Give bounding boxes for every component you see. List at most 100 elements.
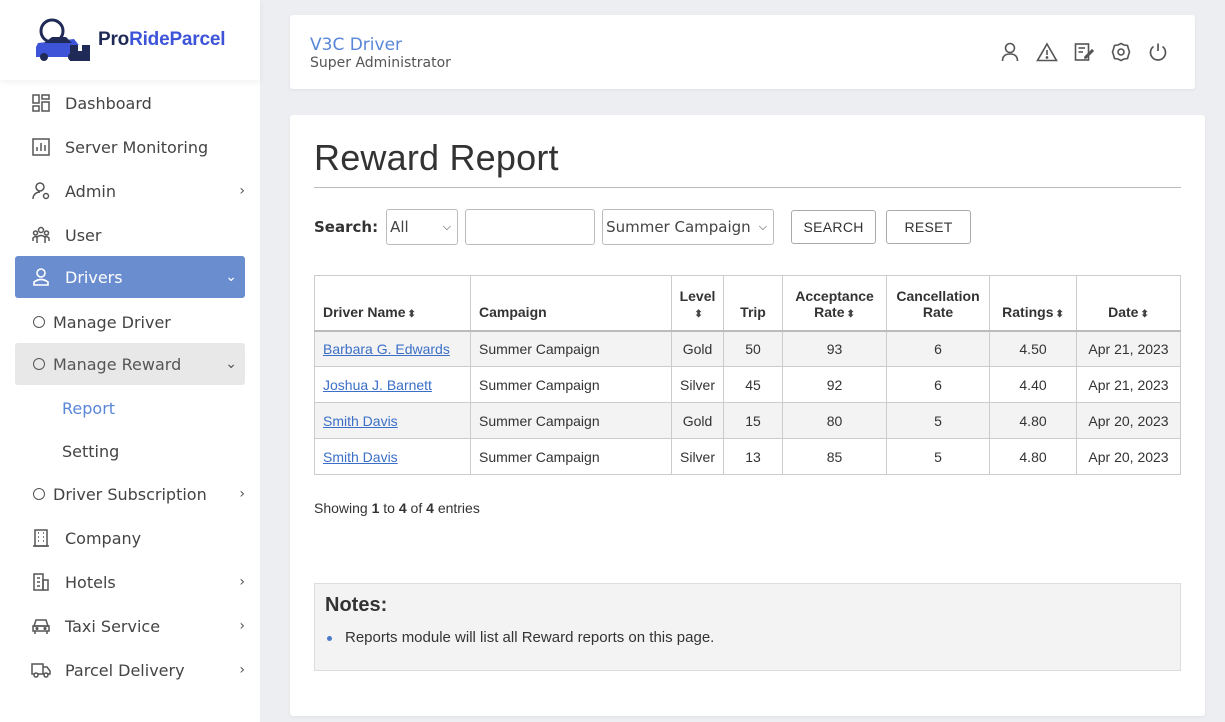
chevron-right-icon: › bbox=[239, 618, 245, 634]
driver-icon bbox=[31, 267, 51, 287]
sidebar-item-label: Report bbox=[62, 398, 116, 418]
col-driver-name[interactable]: Driver Name ⬍ bbox=[314, 275, 471, 332]
sidebar-item-taxi-service[interactable]: Taxi Service › bbox=[15, 605, 245, 647]
sidebar-item-admin[interactable]: Admin › bbox=[15, 170, 245, 212]
settings-icon[interactable] bbox=[1110, 41, 1132, 63]
search-label: Search: bbox=[314, 218, 379, 236]
driver-link[interactable]: Smith Davis bbox=[323, 449, 398, 465]
sidebar-item-company[interactable]: Company bbox=[15, 517, 245, 559]
search-type-select[interactable]: All ⌵ bbox=[386, 209, 459, 245]
sidebar-item-parcel-delivery[interactable]: Parcel Delivery › bbox=[15, 649, 245, 691]
cell-campaign: Summer Campaign bbox=[470, 402, 672, 439]
cell-trip: 15 bbox=[723, 402, 784, 439]
logo[interactable]: ProRideParcel bbox=[0, 0, 260, 80]
reward-report-table: Driver Name ⬍ Campaign Level ⬍ Trip Accept… bbox=[314, 275, 1181, 475]
summary-of-word: of bbox=[410, 500, 423, 516]
cell-driver: Smith Davis bbox=[314, 438, 471, 475]
reset-button[interactable]: RESET bbox=[886, 210, 972, 244]
top-header: V3C Driver Super Administrator bbox=[290, 15, 1195, 89]
summary-prefix: Showing bbox=[314, 500, 368, 516]
notes-panel: Notes: Reports module will list all Rewa… bbox=[314, 583, 1181, 671]
sidebar-item-label: User bbox=[65, 225, 102, 245]
search-button[interactable]: SEARCH bbox=[791, 210, 877, 244]
cell-driver: Smith Davis bbox=[314, 402, 471, 439]
cell-date: Apr 20, 2023 bbox=[1076, 438, 1181, 475]
col-acceptance-rate[interactable]: Acceptance Rate ⬍ bbox=[782, 275, 888, 332]
circle-icon bbox=[33, 488, 45, 500]
sidebar-item-label: Hotels bbox=[65, 572, 116, 592]
chevron-down-icon: ⌄ bbox=[225, 356, 237, 372]
col-label: Rate bbox=[814, 303, 845, 320]
page-title: Reward Report bbox=[314, 137, 559, 178]
sidebar-item-label: Setting bbox=[62, 441, 120, 461]
sidebar-item-label: Parcel Delivery bbox=[65, 660, 185, 680]
summary-total: 4 bbox=[426, 500, 434, 516]
cell-cancellation: 5 bbox=[886, 402, 991, 439]
col-level[interactable]: Level ⬍ bbox=[670, 275, 725, 332]
chevron-right-icon: › bbox=[239, 662, 245, 678]
sidebar-item-label: Company bbox=[65, 528, 142, 548]
cell-date: Apr 21, 2023 bbox=[1076, 330, 1181, 367]
sidebar-item-manage-driver[interactable]: Manage Driver bbox=[15, 301, 245, 343]
driver-link[interactable]: Joshua J. Barnett bbox=[323, 377, 432, 393]
cell-trip: 13 bbox=[723, 438, 784, 475]
sidebar: ProRideParcel Dashboard Server Monitorin… bbox=[0, 0, 260, 722]
search-bar: Search: All ⌵ Summer Campaign ⌵ SEARCH R… bbox=[314, 209, 972, 245]
chevron-down-icon: ⌵ bbox=[758, 220, 768, 233]
power-icon[interactable] bbox=[1147, 41, 1169, 63]
sidebar-item-driver-subscription[interactable]: Driver Subscription › bbox=[15, 473, 245, 515]
cell-ratings: 4.80 bbox=[989, 438, 1078, 475]
edit-icon[interactable] bbox=[1073, 41, 1095, 63]
col-label: Campaign bbox=[479, 303, 547, 320]
cell-campaign: Summer Campaign bbox=[470, 330, 672, 367]
col-ratings[interactable]: Ratings ⬍ bbox=[989, 275, 1078, 332]
summary-from: 1 bbox=[371, 500, 380, 516]
col-label: Rate bbox=[922, 303, 954, 320]
sort-icon: ⬍ bbox=[1140, 308, 1149, 320]
sidebar-item-setting[interactable]: Setting bbox=[15, 430, 245, 472]
sidebar-item-hotels[interactable]: Hotels › bbox=[15, 561, 245, 603]
sidebar-item-drivers[interactable]: Drivers ⌄ bbox=[15, 256, 245, 298]
sort-icon: ⬍ bbox=[846, 308, 855, 320]
cell-ratings: 4.80 bbox=[989, 402, 1078, 439]
table-row: Smith Davis Summer Campaign Gold 15 80 5… bbox=[314, 402, 1181, 439]
user-role: Super Administrator bbox=[310, 55, 451, 71]
cell-ratings: 4.40 bbox=[989, 366, 1078, 403]
sidebar-item-label: Admin bbox=[65, 181, 116, 201]
col-label: Trip bbox=[740, 303, 766, 320]
sidebar-item-label: Dashboard bbox=[65, 93, 152, 113]
table-row: Barbara G. Edwards Summer Campaign Gold … bbox=[314, 330, 1181, 367]
sidebar-item-manage-reward[interactable]: Manage Reward ⌄ bbox=[15, 343, 245, 385]
col-label: Ratings bbox=[1002, 303, 1054, 320]
sidebar-item-label: Taxi Service bbox=[65, 616, 161, 636]
summary-to: 4 bbox=[398, 500, 407, 516]
col-date[interactable]: Date ⬍ bbox=[1076, 275, 1181, 332]
notes-item: Reports module will list all Reward repo… bbox=[345, 629, 715, 646]
profile-icon[interactable] bbox=[999, 41, 1021, 63]
user-name[interactable]: V3C Driver bbox=[310, 35, 402, 55]
sidebar-item-user[interactable]: User bbox=[15, 214, 245, 256]
cell-ratings: 4.50 bbox=[989, 330, 1078, 367]
col-label: Acceptance bbox=[795, 287, 874, 304]
sort-icon: ⬍ bbox=[1055, 308, 1064, 320]
driver-link[interactable]: Smith Davis bbox=[323, 413, 398, 429]
sidebar-item-server-monitoring[interactable]: Server Monitoring bbox=[15, 126, 245, 168]
campaign-select[interactable]: Summer Campaign ⌵ bbox=[602, 209, 775, 245]
cell-driver: Joshua J. Barnett bbox=[314, 366, 471, 403]
sidebar-item-label: Server Monitoring bbox=[65, 137, 209, 157]
driver-link[interactable]: Barbara G. Edwards bbox=[323, 341, 450, 357]
table-header-row: Driver Name ⬍ Campaign Level ⬍ Trip Accept… bbox=[314, 275, 1181, 332]
alert-icon[interactable] bbox=[1036, 41, 1058, 63]
cell-level: Silver bbox=[670, 366, 725, 403]
cell-acceptance: 80 bbox=[782, 402, 888, 439]
sidebar-item-dashboard[interactable]: Dashboard bbox=[15, 82, 245, 124]
truck-icon bbox=[31, 660, 51, 680]
admin-icon bbox=[31, 181, 51, 201]
sidebar-item-label: Drivers bbox=[65, 267, 123, 287]
hotel-icon bbox=[31, 572, 51, 592]
logo-icon bbox=[30, 17, 92, 63]
brand-name: ProRideParcel bbox=[98, 29, 226, 51]
sidebar-item-report[interactable]: Report bbox=[15, 387, 245, 429]
search-input[interactable] bbox=[465, 209, 596, 245]
cell-cancellation: 6 bbox=[886, 330, 991, 367]
